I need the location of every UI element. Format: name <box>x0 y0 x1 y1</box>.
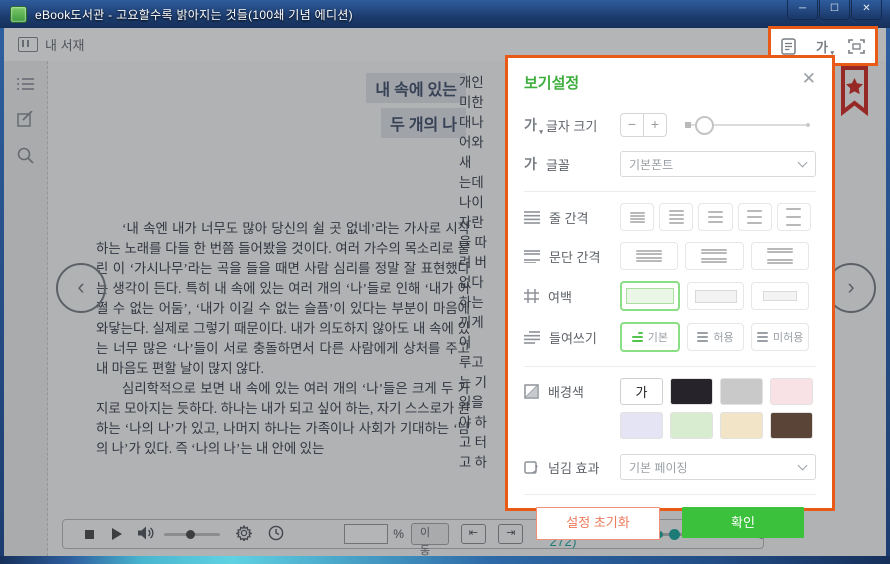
app-icon <box>10 6 27 23</box>
indent-option-label: 미허용 <box>773 329 803 345</box>
title-bar: eBook도서관 - 고요할수록 밝아지는 것들(100쇄 기념 에디션) <box>0 0 890 28</box>
margin-option-2[interactable] <box>687 282 745 310</box>
app-window: eBook도서관 - 고요할수록 밝아지는 것들(100쇄 기념 에디션) ─ … <box>0 0 890 564</box>
margin-label-group: 여백 <box>524 287 620 306</box>
paragraph-spacing-option-2[interactable] <box>685 242 743 270</box>
paragraph-spacing-icon <box>524 250 540 263</box>
font-family-icon: 가 <box>524 154 537 174</box>
fullscreen-icon[interactable] <box>848 39 865 54</box>
window-controls: ─ ☐ ✕ <box>786 0 882 20</box>
font-size-label: 글자 크기 <box>546 116 597 135</box>
page-effect-label: 넘김 효과 <box>548 458 599 477</box>
minimize-button[interactable]: ─ <box>787 0 818 20</box>
paragraph-spacing-option-1[interactable] <box>620 242 678 270</box>
divider <box>524 191 816 192</box>
paragraph-spacing-label: 문단 간격 <box>549 247 600 266</box>
slider-start-mark <box>685 122 691 128</box>
margin-label: 여백 <box>548 287 572 306</box>
font-family-label-group: 가 글꼴 <box>524 154 620 174</box>
bg-swatch-dark[interactable] <box>670 378 713 405</box>
indent-option-label: 기본 <box>648 329 668 345</box>
font-size-decrease-button[interactable]: − <box>621 114 644 136</box>
font-settings-icon[interactable]: 가▾ <box>816 37 828 56</box>
panel-title: 보기설정 <box>524 72 816 93</box>
font-family-value: 기본폰트 <box>629 156 673 173</box>
bg-color-label: 배경색 <box>548 382 584 401</box>
bg-color-swatches: 가 <box>620 378 816 446</box>
line-spacing-option-3[interactable] <box>698 203 732 231</box>
divider <box>524 494 816 495</box>
indent-option-default[interactable]: 기본 <box>620 322 680 352</box>
bg-swatch-white[interactable]: 가 <box>620 378 663 405</box>
indent-icon <box>524 331 540 344</box>
paragraph-spacing-label-group: 문단 간격 <box>524 247 620 266</box>
line-spacing-option-4[interactable] <box>738 203 772 231</box>
window-title: eBook도서관 - 고요할수록 밝아지는 것들(100쇄 기념 에디션) <box>35 6 353 23</box>
indent-label: 들여쓰기 <box>549 328 597 347</box>
margin-option-3[interactable] <box>751 282 809 310</box>
bg-swatch-gray[interactable] <box>720 378 763 405</box>
indent-option-label: 허용 <box>713 329 733 345</box>
bg-swatch-pink[interactable] <box>770 378 813 405</box>
window-border-bottom <box>0 556 890 564</box>
margin-icon <box>524 289 539 303</box>
close-button[interactable]: ✕ <box>851 0 882 20</box>
view-settings-panel: 보기설정 ✕ 가▾ 글자 크기 − + <box>505 55 835 511</box>
font-size-slider-knob[interactable] <box>695 116 714 135</box>
bg-swatch-brown[interactable] <box>770 412 813 439</box>
font-family-label: 글꼴 <box>546 155 570 174</box>
line-spacing-label-group: 줄 간격 <box>524 208 620 227</box>
chevron-down-icon <box>798 158 808 168</box>
font-family-select[interactable]: 기본폰트 <box>620 151 816 177</box>
bg-color-icon <box>524 384 539 399</box>
panel-close-icon[interactable]: ✕ <box>802 70 816 87</box>
line-spacing-option-1[interactable] <box>620 203 654 231</box>
font-settings-glyph: 가 <box>816 37 828 56</box>
line-spacing-option-2[interactable] <box>659 203 693 231</box>
line-spacing-option-5[interactable] <box>777 203 811 231</box>
bg-swatch-lavender[interactable] <box>620 412 663 439</box>
line-spacing-icon <box>524 211 540 224</box>
bg-swatch-text: 가 <box>636 382 648 401</box>
page-effect-select[interactable]: 기본 페이징 <box>620 454 816 480</box>
font-size-slider[interactable] <box>687 124 808 126</box>
viewer-mode-icon[interactable] <box>781 38 796 55</box>
margin-option-1[interactable] <box>620 281 680 311</box>
indent-label-group: 들여쓰기 <box>524 328 620 347</box>
window-border-right <box>886 28 890 564</box>
chevron-down-icon <box>798 461 808 471</box>
maximize-button[interactable]: ☐ <box>819 0 850 20</box>
page-effect-value: 기본 페이징 <box>629 459 688 476</box>
font-size-icon: 가▾ <box>524 115 537 135</box>
font-size-label-group: 가▾ 글자 크기 <box>524 115 620 135</box>
page-effect-icon <box>524 460 539 475</box>
page-effect-label-group: 넘김 효과 <box>524 458 620 477</box>
slider-end-mark <box>806 123 810 127</box>
divider <box>524 366 816 367</box>
font-size-stepper: − + <box>620 113 667 137</box>
bg-swatch-cream[interactable] <box>720 412 763 439</box>
line-spacing-label: 줄 간격 <box>549 208 589 227</box>
indent-option-disallow[interactable]: 미허용 <box>751 323 809 351</box>
confirm-button[interactable]: 확인 <box>682 507 804 538</box>
reset-settings-button[interactable]: 설정 초기화 <box>536 507 660 540</box>
paragraph-spacing-option-3[interactable] <box>751 242 809 270</box>
bg-color-label-group: 배경색 <box>524 382 620 401</box>
font-size-increase-button[interactable]: + <box>644 114 666 136</box>
indent-option-allow[interactable]: 허용 <box>687 323 745 351</box>
bg-swatch-green[interactable] <box>670 412 713 439</box>
